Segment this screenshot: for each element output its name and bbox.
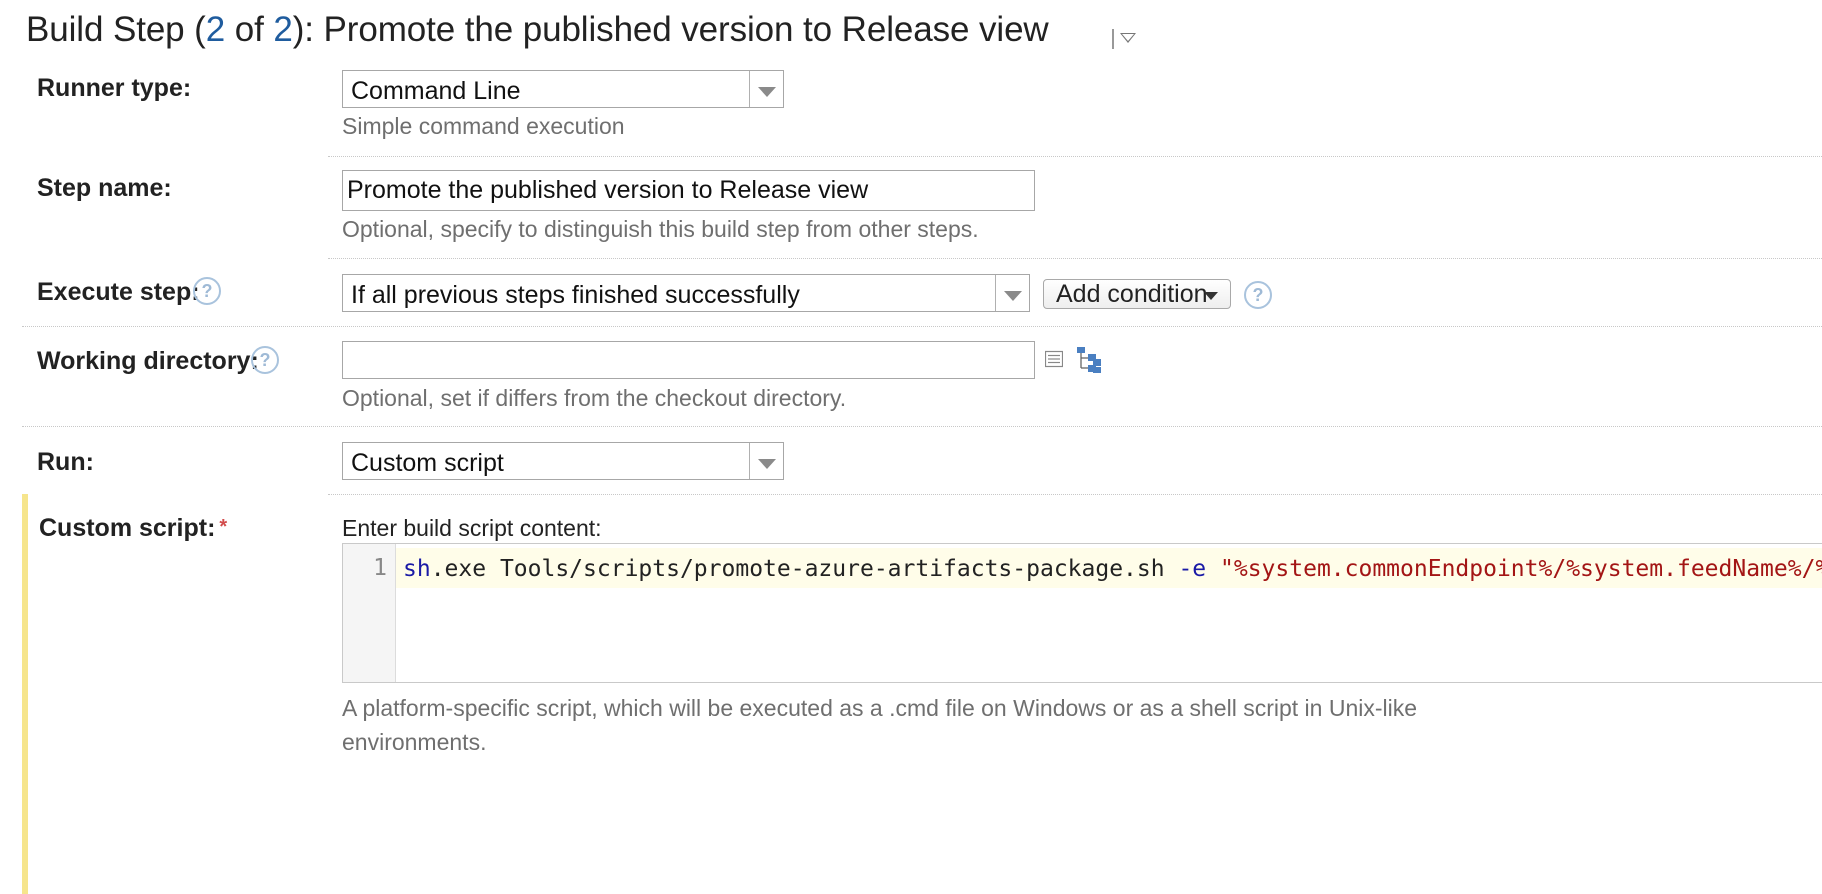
add-condition-label: Add condition [1056,280,1208,308]
build-step-editor: Build Step (2 of 2): Promote the publish… [0,0,1822,894]
run-label: Run: [37,448,94,476]
divider [328,156,1822,157]
execute-step-help-icon[interactable]: ? [193,277,221,305]
chevron-down-icon [1204,292,1218,300]
runner-type-label: Runner type: [37,74,192,102]
run-select[interactable]: Custom script [342,442,784,480]
title-dropdown-menu-icon[interactable] [1109,26,1139,50]
required-field-marker [22,494,28,894]
step-current: 2 [205,10,226,49]
step-total-link[interactable]: 2 [273,10,292,49]
chevron-down-icon [749,443,783,479]
runner-type-hint: Simple command execution [342,113,625,139]
code-flag: -e [1178,556,1207,582]
editor-gutter: 1 [343,544,396,682]
chevron-down-icon [995,275,1029,311]
list-icon[interactable] [1044,350,1064,368]
execute-step-select[interactable]: If all previous steps finished successfu… [342,274,1030,312]
run-value: Custom script [351,449,504,477]
custom-script-hint-line2: environments. [342,729,487,755]
execute-step-value: If all previous steps finished successfu… [351,281,800,309]
custom-script-label: Custom script: * [39,514,227,543]
page-title: Build Step (2 of 2): Promote the publish… [26,10,1049,50]
title-prefix: Build Step ( [26,10,206,49]
code-string: "%system.commonEndpoint%/%system.feedNam… [1220,556,1822,582]
add-condition-help-icon[interactable]: ? [1244,281,1272,309]
code-args: .exe Tools/scripts/promote-azure-artifac… [430,556,1179,582]
chevron-down-icon [749,71,783,107]
step-name-input[interactable] [342,170,1035,211]
script-prompt: Enter build script content: [342,515,602,541]
required-star: * [219,516,228,538]
runner-type-select[interactable]: Command Line [342,70,784,108]
divider [328,494,1822,495]
script-editor[interactable]: 1 sh.exe Tools/scripts/promote-azure-art… [342,543,1822,683]
directory-tree-icon[interactable] [1076,347,1102,373]
custom-script-hint-line1: A platform-specific script, which will b… [342,695,1418,721]
add-condition-button[interactable]: Add condition [1043,279,1231,309]
runner-type-value: Command Line [351,77,521,105]
divider [22,326,1822,327]
title-of: of [225,10,274,49]
step-name-hint: Optional, specify to distinguish this bu… [342,216,979,242]
working-directory-help-icon[interactable]: ? [251,346,279,374]
step-name-label: Step name: [37,174,172,202]
script-code-line[interactable]: sh.exe Tools/scripts/promote-azure-artif… [403,556,1822,582]
divider [22,426,1822,427]
line-number: 1 [373,555,387,581]
divider [328,258,1822,259]
execute-step-label: Execute step: [37,278,200,306]
title-suffix: ): Promote the published version to Rele… [292,10,1049,49]
working-directory-label: Working directory: [37,347,259,375]
custom-script-label-text: Custom script: [39,514,216,542]
code-command: sh [403,556,431,582]
working-directory-input[interactable] [342,341,1035,379]
working-directory-hint: Optional, set if differs from the checko… [342,385,847,411]
